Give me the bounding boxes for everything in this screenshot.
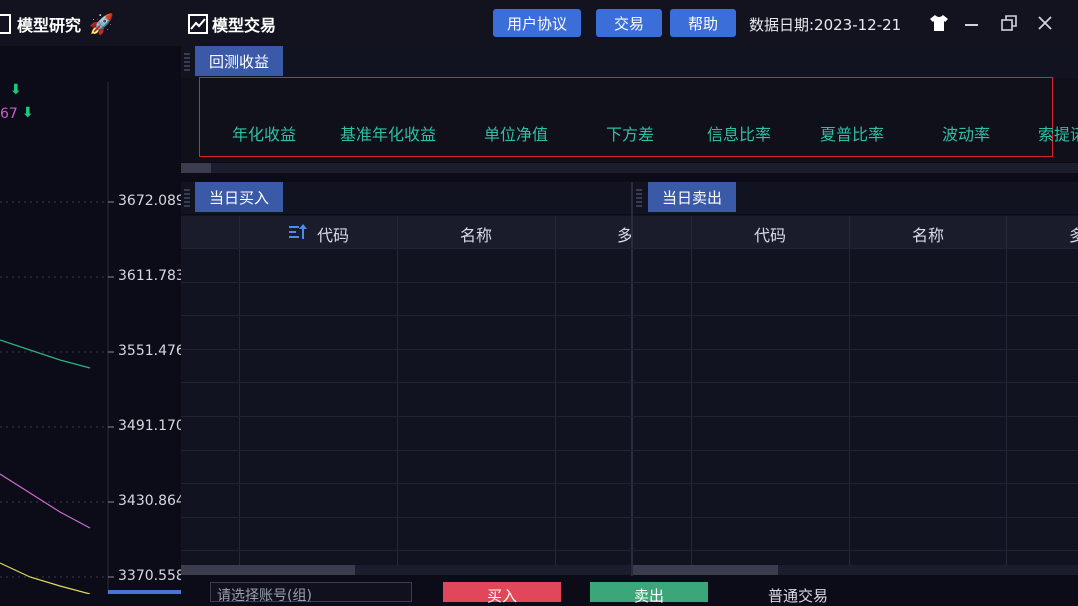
drag-handle[interactable] [184, 53, 190, 71]
drag-handle[interactable] [636, 189, 642, 207]
backtest-hscrollbar[interactable] [181, 163, 1078, 173]
series-line-pink [0, 473, 91, 529]
sell-button-label: 卖出 [633, 587, 664, 605]
column-header-code[interactable]: 代码 [317, 222, 349, 246]
tab-today-buy[interactable]: 当日买入 [195, 182, 284, 212]
user-agreement-button[interactable]: 用户协议 [493, 9, 581, 37]
close-icon[interactable] [1034, 10, 1056, 36]
series-line-yellow [0, 562, 91, 594]
tab-model-trade-label: 模型交易 [212, 16, 277, 35]
y-axis-label: 3611.783 [118, 268, 181, 284]
buy-table [181, 215, 631, 565]
metric-downside-variance: 下方差 [606, 125, 655, 144]
tab-today-sell[interactable]: 当日卖出 [648, 182, 737, 212]
arrow-down-icon: ⬇ [22, 105, 34, 121]
account-select[interactable]: 请选择账号(组) [210, 582, 412, 604]
grid-column-line [397, 216, 398, 565]
metric-benchmark-annual-return: 基准年化收益 [340, 125, 437, 144]
trade-button[interactable]: 交易 [596, 9, 662, 37]
grid-row-line [181, 450, 1078, 451]
y-axis-label: 3430.864 [118, 493, 181, 509]
sell-table-hscroll-thumb[interactable] [633, 565, 778, 575]
buy-button-label: 买入 [486, 587, 517, 605]
metric-volatility: 波动率 [942, 125, 991, 144]
grid-column-line [849, 216, 850, 565]
column-header-code[interactable]: 代码 [754, 222, 786, 246]
minimize-icon[interactable] [960, 10, 982, 36]
backtest-hscroll-thumb[interactable] [181, 163, 211, 173]
grid-column-line [1006, 216, 1007, 565]
y-axis-label: 3551.476 [118, 343, 181, 359]
tab-model-research-label: 模型研究 [17, 16, 82, 35]
buy-table-header [181, 216, 631, 248]
metric-unit-nav: 单位净值 [484, 125, 549, 144]
grid-row-line [181, 315, 1078, 316]
help-button[interactable]: 帮助 [670, 9, 736, 37]
column-header-name[interactable]: 名称 [912, 222, 944, 246]
metric-information-ratio: 信息比率 [707, 125, 772, 144]
normal-trade-label[interactable]: 普通交易 [768, 585, 828, 606]
grid-row-line [181, 349, 1078, 350]
arrow-down-icon: ⬇ [10, 82, 22, 98]
sell-table [633, 215, 1078, 565]
tab-backtest-returns[interactable]: 回测收益 [195, 46, 284, 76]
tab-model-research[interactable]: 模型研究 🚀 [0, 12, 120, 36]
index-chart [0, 82, 181, 594]
restore-icon[interactable] [998, 10, 1020, 36]
highlight-box [199, 77, 1053, 157]
metric-sharpe-ratio: 夏普比率 [820, 125, 885, 144]
grid-column-line [555, 216, 556, 565]
rocket-icon: 🚀 [89, 12, 114, 36]
data-date-label: 数据日期:2023-12-21 [749, 16, 902, 34]
buy-button[interactable]: 买入 [443, 582, 561, 605]
skin-icon[interactable] [928, 10, 950, 36]
document-icon [0, 14, 11, 34]
metric-annual-return: 年化收益 [232, 125, 297, 144]
grid-row-line [181, 282, 1078, 283]
partial-value: 67 [0, 106, 18, 122]
y-axis-label: 3370.558 [118, 568, 181, 584]
y-axis-label: 3672.089 [118, 193, 181, 209]
buy-table-hscroll-thumb[interactable] [181, 565, 355, 575]
y-axis-label: 3491.170 [118, 418, 181, 434]
sell-button[interactable]: 卖出 [590, 582, 708, 605]
backtest-header [181, 46, 1078, 78]
grid-row-line [181, 483, 1078, 484]
drag-handle[interactable] [184, 189, 190, 207]
grid-row-line [181, 248, 1078, 249]
column-header-more[interactable]: 多 [1069, 222, 1078, 246]
column-header-name[interactable]: 名称 [460, 222, 492, 246]
grid-column-line [239, 216, 240, 565]
account-select-placeholder: 请选择账号(组) [217, 588, 312, 604]
grid-row-line [181, 416, 1078, 417]
grid-column-line [691, 216, 692, 565]
sort-icon[interactable] [289, 224, 307, 244]
grid-row-line [181, 382, 1078, 383]
sell-table-header [633, 216, 1078, 248]
column-header-more[interactable]: 多 [617, 222, 631, 246]
grid-row-line [181, 550, 1078, 551]
metric-sortino: 索提诺 [1038, 125, 1078, 144]
chart-icon [188, 14, 208, 34]
series-line-green [0, 339, 91, 369]
index-chart-panel: ⬇ 67 ⬇ 3672.089 3611.783 3551.476 3491.1… [0, 46, 181, 594]
grid-row-line [181, 517, 1078, 518]
tab-model-trade[interactable]: 模型交易 [188, 12, 298, 36]
